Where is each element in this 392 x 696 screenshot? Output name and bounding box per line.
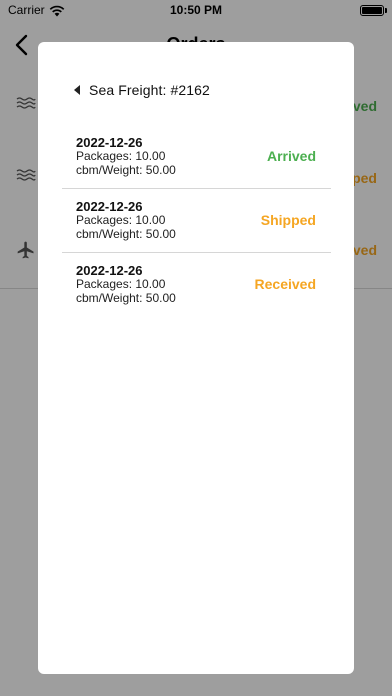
status-history-modal: Sea Freight: #2162 2022-12-26 Packages: … bbox=[38, 42, 354, 674]
status-list: 2022-12-26 Packages: 10.00 cbm/Weight: 5… bbox=[62, 126, 331, 317]
entry-status: Arrived bbox=[266, 148, 316, 164]
modal-header[interactable]: Sea Freight: #2162 bbox=[74, 80, 210, 100]
entry-weight: cbm/Weight: 50.00 bbox=[76, 291, 176, 305]
status-entry: 2022-12-26 Packages: 10.00 cbm/Weight: 5… bbox=[62, 254, 331, 316]
entry-packages: Packages: 10.00 bbox=[76, 277, 166, 291]
modal-title: Sea Freight: #2162 bbox=[89, 82, 210, 98]
entry-status: Received bbox=[254, 276, 316, 292]
entry-weight: cbm/Weight: 50.00 bbox=[76, 163, 176, 177]
entry-date: 2022-12-26 bbox=[76, 135, 143, 150]
entry-packages: Packages: 10.00 bbox=[76, 213, 166, 227]
status-entry: 2022-12-26 Packages: 10.00 cbm/Weight: 5… bbox=[62, 190, 331, 253]
entry-date: 2022-12-26 bbox=[76, 199, 143, 214]
entry-packages: Packages: 10.00 bbox=[76, 149, 166, 163]
entry-weight: cbm/Weight: 50.00 bbox=[76, 227, 176, 241]
entry-status: Shipped bbox=[260, 212, 316, 228]
entry-date: 2022-12-26 bbox=[76, 263, 143, 278]
caret-left-icon[interactable] bbox=[74, 85, 80, 95]
status-entry: 2022-12-26 Packages: 10.00 cbm/Weight: 5… bbox=[62, 126, 331, 189]
